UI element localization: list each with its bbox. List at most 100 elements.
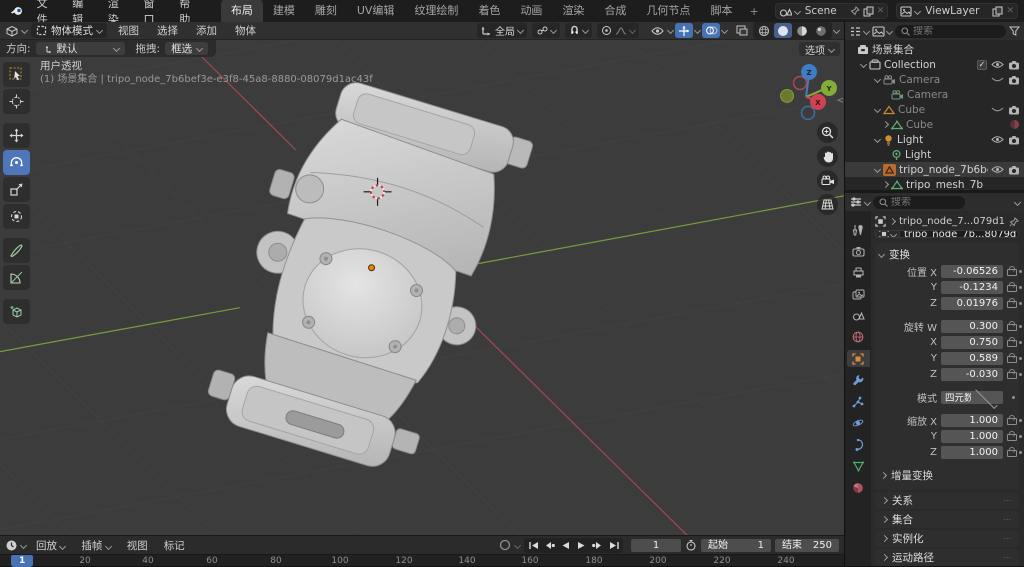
axis-neg-z-handle[interactable]: [802, 106, 815, 119]
viewport-3d[interactable]: Z Y X 方向: 默认 拖拽: 框选: [0, 40, 844, 535]
outliner-row-camera-data[interactable]: Camera: [845, 87, 1024, 102]
chevron-down-icon[interactable]: [694, 27, 701, 34]
add-workspace-button[interactable]: +: [742, 2, 765, 22]
tab-view-layer[interactable]: [847, 286, 870, 303]
tab-tool[interactable]: [847, 221, 870, 238]
blender-logo-icon[interactable]: [10, 5, 24, 17]
navigation-gizmo[interactable]: Z Y X: [781, 64, 837, 119]
chevron-down-icon[interactable]: [629, 27, 636, 34]
tool-transform[interactable]: [3, 204, 30, 229]
pin-icon[interactable]: [1009, 217, 1019, 227]
chevron-down-icon[interactable]: [721, 27, 728, 34]
tab-uv-editing[interactable]: UV编辑: [347, 0, 405, 22]
lock-icon[interactable]: [1007, 298, 1015, 308]
tool-annotate[interactable]: [3, 238, 30, 263]
section-instancing[interactable]: 实例化 ⋯: [875, 530, 1019, 547]
timeline-editor-type-button[interactable]: [5, 539, 26, 552]
delta-transform-header[interactable]: 增量变换: [879, 468, 1015, 483]
camera-view-button[interactable]: [817, 170, 838, 191]
expand-chevron-icon[interactable]: [860, 61, 867, 68]
xray-toggle-button[interactable]: [733, 23, 751, 38]
tab-layout[interactable]: 布局: [221, 0, 263, 22]
timeline-ruler[interactable]: 1 20 40 60 80 100 120 140 160 180 200 22…: [0, 554, 844, 566]
animate-dot-icon[interactable]: [1012, 396, 1015, 399]
outliner-row-scene-collection[interactable]: 场景集合: [845, 42, 1024, 57]
close-icon[interactable]: ✕: [1006, 6, 1014, 16]
render-camera-icon[interactable]: [1008, 135, 1020, 145]
value-field[interactable]: 1.000: [941, 430, 1003, 443]
eye-closed-icon[interactable]: [991, 106, 1004, 114]
frame-start-field[interactable]: 起始1: [701, 539, 771, 552]
new-viewlayer-icon[interactable]: [992, 6, 1003, 17]
menu-keying[interactable]: 插帧: [75, 537, 116, 554]
eye-icon[interactable]: [991, 60, 1004, 69]
perspective-toggle-button[interactable]: [817, 194, 838, 215]
outliner-search-input[interactable]: [913, 26, 1000, 37]
tab-world[interactable]: [847, 329, 870, 346]
sidebar-collapse-arrow[interactable]: <: [836, 96, 844, 106]
chevron-down-icon[interactable]: [914, 7, 921, 14]
object-name-text[interactable]: tripo_node_7b...8079d1ac43f: [900, 230, 1018, 238]
tab-compositing[interactable]: 合成: [594, 0, 636, 22]
tab-output[interactable]: [847, 264, 870, 281]
use-preview-range-button[interactable]: [685, 539, 697, 551]
lock-icon[interactable]: [1007, 431, 1015, 441]
tab-render[interactable]: [847, 243, 870, 260]
options-button[interactable]: 选项: [799, 42, 840, 56]
editor-type-button[interactable]: [5, 25, 27, 37]
close-icon[interactable]: ✕: [877, 6, 885, 16]
animate-dot-icon[interactable]: [1019, 325, 1022, 328]
tab-object-data[interactable]: [847, 458, 870, 475]
outliner-search[interactable]: [895, 25, 1006, 38]
scene-name[interactable]: Scene: [803, 5, 847, 17]
chevron-down-icon[interactable]: [794, 7, 801, 14]
animate-dot-icon[interactable]: [1019, 302, 1022, 305]
lock-icon[interactable]: [1007, 266, 1015, 276]
tool-move[interactable]: [3, 123, 30, 148]
tool-cursor[interactable]: [3, 89, 30, 114]
section-motion-paths[interactable]: 运动路径 ⋯: [875, 549, 1019, 566]
prev-keyframe-button[interactable]: [542, 539, 557, 552]
tab-sculpting[interactable]: 雕刻: [305, 0, 347, 22]
chevron-down-icon[interactable]: [582, 27, 589, 34]
properties-search-input[interactable]: [891, 197, 959, 208]
chevron-down-icon[interactable]: [667, 27, 674, 34]
expand-chevron-icon[interactable]: [874, 106, 881, 113]
shading-rendered-button[interactable]: [812, 23, 830, 38]
value-field[interactable]: 0.300: [941, 320, 1003, 333]
jump-to-start-button[interactable]: [526, 539, 541, 552]
object-type-dropdown[interactable]: [876, 231, 900, 237]
tab-constraints[interactable]: [847, 436, 870, 453]
menu-add[interactable]: 添加: [189, 22, 224, 39]
outliner-filter-id-button[interactable]: [872, 26, 892, 37]
drag-setting-dropdown[interactable]: 框选: [165, 42, 208, 55]
play-reverse-button[interactable]: [558, 539, 573, 552]
outliner-row-camera-object[interactable]: Camera: [845, 72, 1024, 87]
play-button[interactable]: [574, 539, 589, 552]
value-field[interactable]: 1.000: [941, 446, 1003, 459]
overlays-toggle-button[interactable]: [702, 23, 720, 38]
lock-icon[interactable]: [1007, 369, 1015, 379]
next-keyframe-button[interactable]: [590, 539, 605, 552]
expand-chevron-icon[interactable]: [874, 76, 881, 83]
animate-dot-icon[interactable]: [1019, 451, 1022, 454]
viewlayer-name[interactable]: ViewLayer: [923, 5, 989, 17]
pan-button[interactable]: [817, 146, 838, 167]
frame-end-field[interactable]: 结束250: [775, 539, 839, 552]
current-frame-field[interactable]: 1: [631, 539, 681, 552]
rotation-mode-dropdown[interactable]: 四元数 (...: [941, 391, 1003, 404]
menu-view-timeline[interactable]: 视图: [121, 537, 154, 554]
auto-keying-button[interactable]: [499, 539, 511, 551]
jump-to-end-button[interactable]: [606, 539, 621, 552]
material-sphere-icon[interactable]: [1009, 119, 1020, 130]
render-camera-icon[interactable]: [1008, 75, 1020, 85]
animate-dot-icon[interactable]: [1019, 373, 1022, 376]
value-field[interactable]: 0.589: [941, 352, 1003, 365]
outliner-row-light-data[interactable]: Light: [845, 147, 1024, 162]
gizmos-toggle-button[interactable]: [675, 23, 693, 38]
show-object-types-button[interactable]: [648, 23, 666, 38]
new-scene-icon[interactable]: [863, 6, 874, 17]
tab-rendering[interactable]: 渲染: [552, 0, 594, 22]
tab-modifiers[interactable]: [847, 372, 870, 389]
lock-icon[interactable]: [1007, 415, 1015, 425]
